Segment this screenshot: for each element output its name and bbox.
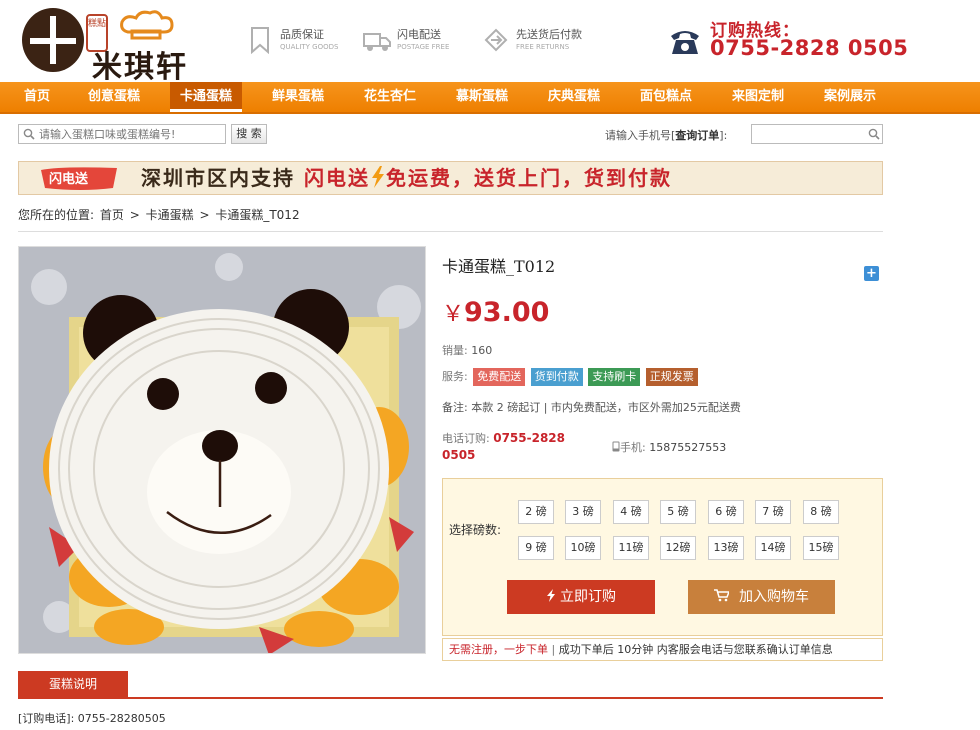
weight-option[interactable]: 3 磅 [565,500,601,524]
truck-icon [363,33,391,51]
bookmark-icon [251,27,269,54]
search-button[interactable]: 搜 索 [231,124,267,144]
phone-query-input[interactable] [752,125,864,143]
nav-item-cartoon[interactable]: 卡通蛋糕 [170,82,242,112]
mobile-row: 手机: 15875527553 [612,439,726,455]
order-tip: 无需注册，一步下单 | 成功下单后 10分钟 内客服会电话与您联系确认订单信息 [442,638,883,661]
service-row: 服务: 免费配送 货到付款 支持刷卡 正规发票 [442,368,698,386]
mobile-number: 15875527553 [649,441,727,454]
weight-option[interactable]: 8 磅 [803,500,839,524]
tip-highlight: 无需注册，一步下单 [449,643,548,656]
weight-option[interactable]: 2 磅 [518,500,554,524]
logo-mark-icon [22,8,84,72]
cart-icon [714,589,731,602]
plus-icon[interactable]: + [864,266,879,281]
nav-item-bread[interactable]: 面包糕点 [630,82,702,112]
banner-text-region: 深圳市区内支持 [141,166,304,190]
search-input[interactable] [39,125,223,143]
search-icon [23,128,35,140]
tab-cake-description[interactable]: 蛋糕说明 [18,671,128,698]
weight-option[interactable]: 15磅 [803,536,839,560]
weight-option[interactable]: 14磅 [755,536,791,560]
service-badge-free-delivery: 免费配送 [473,368,526,386]
price-value: 93.00 [464,297,550,328]
badge-quality: 品质保证 QUALITY GOODS [246,24,346,58]
phone-query-label: 请输入手机号[查询订单]: [605,129,728,142]
telephone-icon [671,31,699,54]
nav-item-creative[interactable]: 创意蛋糕 [78,82,150,112]
purchase-box: 选择磅数: 2 磅 3 磅 4 磅 5 磅 6 磅 7 磅 8 磅 9 磅 10… [442,478,883,636]
banner-text-flash: 闪电送 [303,166,370,190]
mobile-phone-icon [612,441,620,452]
add-to-cart-button[interactable]: 加入购物车 [688,580,835,614]
weight-option[interactable]: 13磅 [708,536,744,560]
buy-now-button[interactable]: 立即订购 [507,580,655,614]
tip-text: 成功下单后 10分钟 内客服会电话与您联系确认订单信息 [558,643,833,656]
product-price: ￥93.00 [442,296,549,328]
product-title: 卡通蛋糕_T012 [442,257,556,276]
svg-text:闪电送: 闪电送 [49,171,89,187]
weight-option[interactable]: 7 磅 [755,500,791,524]
lightning-delivery-badge: 闪电送 [41,167,117,190]
nav-item-fruit[interactable]: 鲜果蛋糕 [262,82,334,112]
nav-item-home[interactable]: 首页 [8,82,66,112]
bear-cake-illustration [19,247,425,653]
weight-option[interactable]: 5 磅 [660,500,696,524]
logo-text: 米琪轩 [92,50,188,85]
weight-option[interactable]: 6 磅 [708,500,744,524]
sales-row: 销量: 160 [442,344,493,357]
tel-order: 电话订购: 0755-2828 0505 [442,431,565,462]
tab-underline [18,697,883,699]
banner-text-offer: 免运费，送货上门，货到付款 [385,166,672,190]
breadcrumb-current: 卡通蛋糕_T012 [215,208,300,222]
promo-banner[interactable]: 闪电送 深圳市区内支持 闪电送 免运费，送货上门，货到付款 [18,161,883,195]
weight-option[interactable]: 11磅 [613,536,649,560]
main-nav: 首页 创意蛋糕 卡通蛋糕 鲜果蛋糕 花生杏仁 慕斯蛋糕 庆典蛋糕 面包糕点 来图… [0,82,980,114]
lightning-icon [371,166,384,188]
breadcrumb: 您所在的位置: 首页 > 卡通蛋糕 > 卡通蛋糕_T012 [18,208,300,222]
currency-symbol: ￥ [442,302,465,327]
return-icon [484,28,508,52]
weight-option[interactable]: 9 磅 [518,536,554,560]
sales-count: 160 [471,344,493,357]
product-note: 备注: 本款 2 磅起订 | 市内免费配送，市区外需加25元配送费 [442,401,741,414]
chef-hat-icon [120,10,174,40]
weight-option[interactable]: 10磅 [565,536,601,560]
phone-query-field [751,124,883,144]
breadcrumb-sep: > [199,208,210,222]
lightning-icon [547,589,555,602]
service-badge-invoice: 正规发票 [645,368,698,386]
service-badge-card: 支持刷卡 [588,368,641,386]
nav-item-cases[interactable]: 案例展示 [814,82,886,112]
nav-item-mousse[interactable]: 慕斯蛋糕 [446,82,518,112]
nav-item-celebration[interactable]: 庆典蛋糕 [538,82,610,112]
badge-returns: 先送货后付款 FREE RETURNS [482,24,602,58]
breadcrumb-sep: > [129,208,140,222]
search-box [18,124,226,144]
divider [18,231,883,232]
hotline-number: 0755-2828 0505 [710,36,909,60]
order-tel-text: [订购电话]: 0755-28280505 [18,712,166,725]
search-icon[interactable] [868,128,880,140]
nav-item-peanut[interactable]: 花生杏仁 [354,82,426,112]
breadcrumb-home[interactable]: 首页 [100,208,124,222]
weight-label: 选择磅数: [449,523,502,537]
breadcrumb-category[interactable]: 卡通蛋糕 [146,208,194,222]
badge-delivery: 闪电配送 POSTAGE FREE [363,24,463,58]
product-image[interactable] [18,246,426,654]
weight-option[interactable]: 12磅 [660,536,696,560]
weight-option[interactable]: 4 磅 [613,500,649,524]
nav-item-custom[interactable]: 来图定制 [722,82,794,112]
service-badge-cod: 货到付款 [530,368,583,386]
site-logo[interactable]: 糕點 米琪轩 [22,6,212,85]
